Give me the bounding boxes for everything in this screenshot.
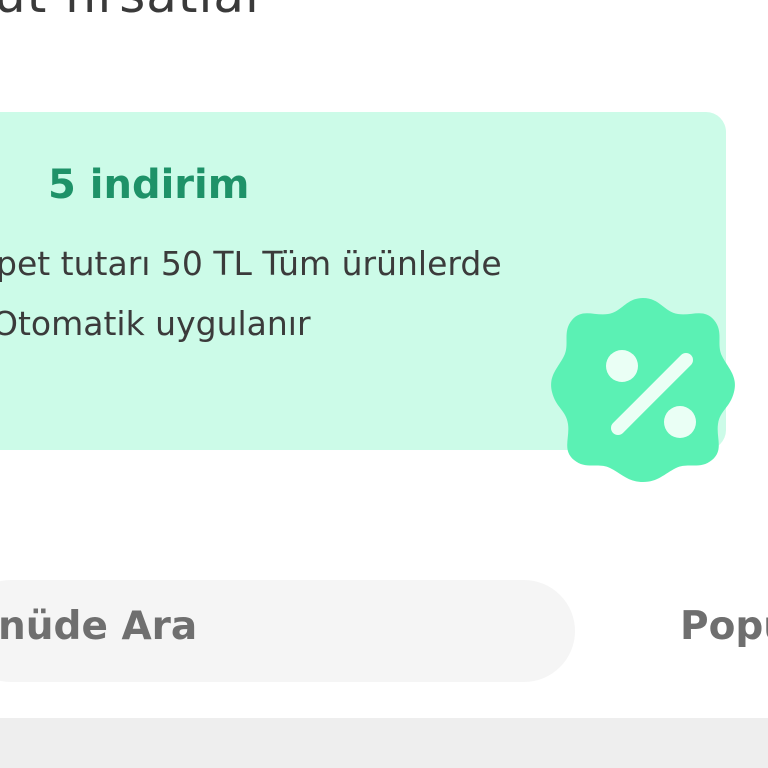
section-title: ut fırsatlar [0,0,267,24]
promo-description-line2: Otomatik uygulanır [0,304,311,343]
percent-dot-bottom [664,406,696,438]
search-placeholder: nüde Ara [0,604,198,649]
content-divider [0,718,768,768]
promo-title: 5 indirim [48,162,250,208]
percent-badge-icon [551,298,735,482]
sort-dropdown[interactable]: Popu [680,604,768,649]
percent-dot-top [606,350,638,382]
badge-shape [551,298,735,482]
page: ut fırsatlar 5 indirim pet tutarı 50 TL … [0,0,768,768]
promo-description-line1: pet tutarı 50 TL Tüm ürünlerde [0,244,502,283]
